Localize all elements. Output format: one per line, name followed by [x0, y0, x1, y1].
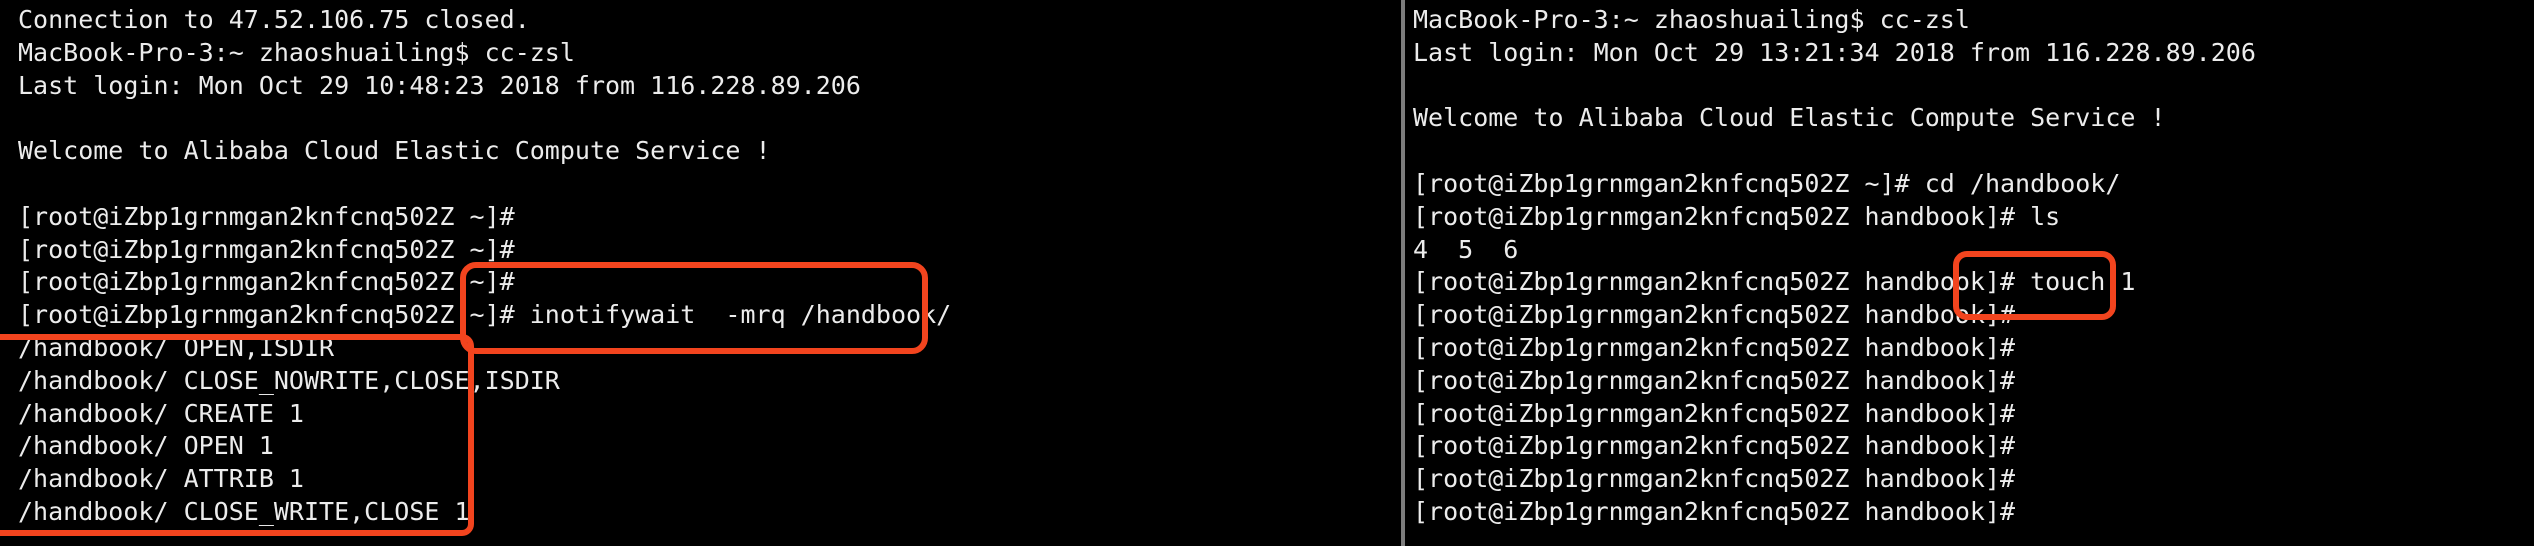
terminal-line: [root@iZbp1grnmgan2knfcnq502Z handbook]#: [1413, 496, 2016, 526]
terminal-line: Last login: Mon Oct 29 10:48:23 2018 fro…: [18, 70, 861, 100]
terminal-line: MacBook-Pro-3:~ zhaoshuailing$ cc-zsl: [18, 37, 575, 67]
terminal-line: /handbook/ CREATE 1: [18, 398, 304, 428]
terminal-line: /handbook/ OPEN,ISDIR: [18, 332, 335, 362]
terminal-line: MacBook-Pro-3:~ zhaoshuailing$ cc-zsl: [1413, 5, 1970, 34]
terminal-line: 4 5 6: [1413, 234, 1519, 264]
terminal-line: Welcome to Alibaba Cloud Elastic Compute…: [18, 136, 771, 166]
terminal-line: [root@iZbp1grnmgan2knfcnq502Z handbook]#: [1413, 464, 2016, 494]
right-terminal-pane[interactable]: MacBook-Pro-3:~ zhaoshuailing$ cc-zsl La…: [1405, 0, 2534, 546]
terminal-line: /handbook/ OPEN 1: [18, 431, 274, 461]
terminal-line: /handbook/ CLOSE_NOWRITE,CLOSE,ISDIR: [18, 365, 560, 395]
terminal-line: [root@iZbp1grnmgan2knfcnq502Z ~]#: [18, 267, 515, 297]
terminal-line: [root@iZbp1grnmgan2knfcnq502Z ~]# cd /ha…: [1413, 168, 2121, 198]
terminal-line: [root@iZbp1grnmgan2knfcnq502Z handbook]#: [1413, 332, 2016, 362]
terminal-line: [root@iZbp1grnmgan2knfcnq502Z handbook]#…: [1413, 201, 2061, 231]
terminal-line: [root@iZbp1grnmgan2knfcnq502Z ~]#: [18, 234, 515, 264]
terminal-line: [root@iZbp1grnmgan2knfcnq502Z handbook]#: [1413, 365, 2016, 395]
left-terminal-pane[interactable]: Connection to 47.52.106.75 closed. MacBo…: [0, 0, 1401, 546]
terminal-line: [root@iZbp1grnmgan2knfcnq502Z ~]#: [18, 201, 515, 231]
terminal-line: /handbook/ CLOSE_WRITE,CLOSE 1: [18, 496, 470, 526]
terminal-line: Last login: Mon Oct 29 13:21:34 2018 fro…: [1413, 37, 2256, 67]
left-terminal-output: Connection to 47.52.106.75 closed. MacBo…: [18, 4, 951, 529]
terminal-line: /handbook/ ATTRIB 1: [18, 464, 304, 494]
terminal-line: [root@iZbp1grnmgan2knfcnq502Z handbook]#: [1413, 300, 2016, 330]
right-terminal-output: MacBook-Pro-3:~ zhaoshuailing$ cc-zsl La…: [1413, 4, 2256, 529]
terminal-line: [root@iZbp1grnmgan2knfcnq502Z handbook]#: [1413, 398, 2016, 428]
terminal-line: Welcome to Alibaba Cloud Elastic Compute…: [1413, 103, 2166, 133]
terminal-line: [root@iZbp1grnmgan2knfcnq502Z handbook]#…: [1413, 267, 2136, 297]
terminal-line: [root@iZbp1grnmgan2knfcnq502Z handbook]#: [1413, 431, 2016, 461]
terminal-line: [root@iZbp1grnmgan2knfcnq502Z ~]# inotif…: [18, 300, 952, 330]
terminal-line: Connection to 47.52.106.75 closed.: [18, 5, 530, 34]
